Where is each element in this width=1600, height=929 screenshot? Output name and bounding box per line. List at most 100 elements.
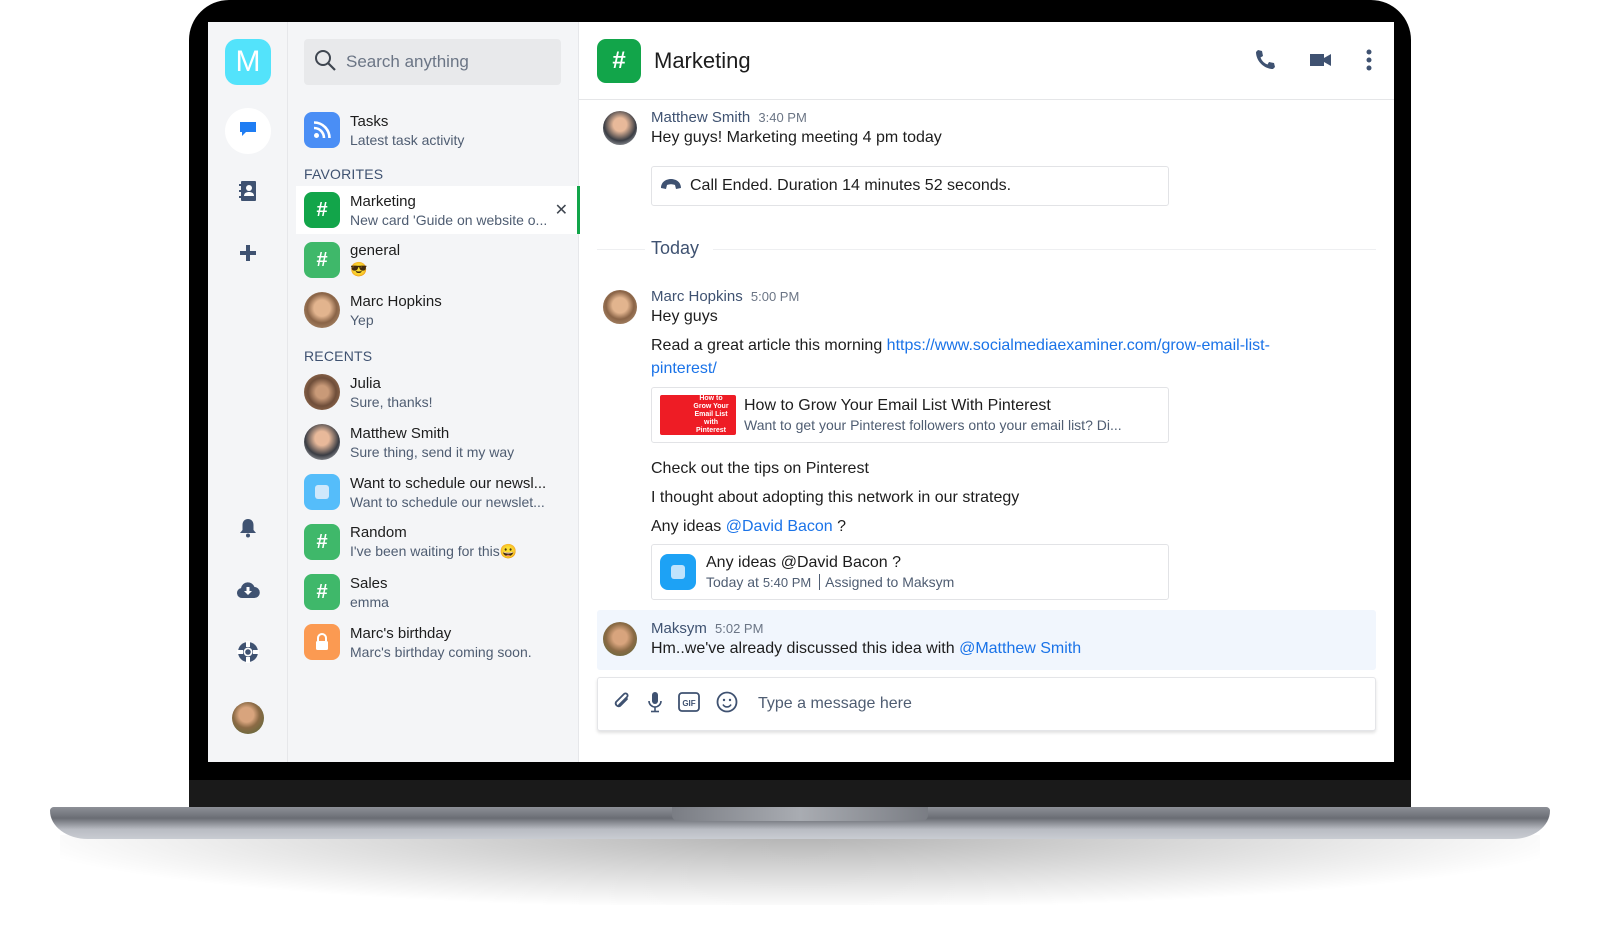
channel-title: Marketing — [654, 47, 751, 73]
avatar — [603, 290, 637, 324]
more-options-button[interactable] — [1366, 49, 1372, 76]
list-item-marc-hopkins[interactable]: Marc Hopkins Yep — [296, 286, 578, 334]
item-title: Marc's birthday — [350, 624, 452, 642]
rail-contacts-button[interactable] — [225, 170, 271, 216]
call-ended-card: Call Ended. Duration 14 minutes 52 secon… — [651, 166, 1169, 206]
search-box[interactable] — [304, 39, 561, 85]
list-item-sales[interactable]: # Sales emma — [296, 568, 578, 616]
hash-icon: # — [304, 524, 340, 560]
article-link-continued[interactable]: pinterest/ — [651, 360, 717, 378]
chat-header: # Marketing — [579, 22, 1394, 100]
item-subtitle: New card 'Guide on website o... — [350, 211, 548, 228]
close-icon[interactable]: ✕ — [555, 200, 568, 220]
message-highlighted: Maksym 5:02 PM Hm..we've already discuss… — [597, 610, 1376, 670]
item-title: general — [350, 242, 401, 259]
date-divider-label: Today — [645, 238, 714, 259]
task-time: 5:40 PM — [762, 575, 812, 590]
link-preview-title: How to Grow Your Email List With Pintere… — [744, 397, 1051, 414]
recents-heading: RECENTS — [304, 348, 373, 364]
message-text-prefix: Read a great article this morning — [651, 337, 887, 354]
search-icon — [314, 49, 336, 76]
rail-help-button[interactable] — [225, 631, 271, 677]
rail-chats-button[interactable] — [225, 108, 271, 154]
link-preview-card[interactable]: How to Grow Your Email List with Pintere… — [651, 387, 1169, 443]
task-date-prefix: Today at — [706, 574, 763, 590]
video-call-button[interactable] — [1310, 52, 1332, 73]
item-subtitle: Sure, thanks! — [350, 393, 433, 410]
item-title: Sales — [350, 574, 388, 592]
date-divider: Today — [597, 238, 1376, 259]
user-avatar[interactable] — [232, 702, 264, 734]
item-title: Julia — [350, 374, 381, 392]
app-screen: M Search anything Tasks Latest task acti… — [208, 22, 1394, 762]
nav-rail: M — [208, 22, 288, 762]
contacts-book-icon — [238, 180, 258, 207]
bell-icon — [239, 518, 257, 543]
message-author[interactable]: Matthew Smith — [651, 109, 750, 126]
link-preview-thumbnail: How to Grow Your Email List with Pintere… — [660, 395, 736, 435]
item-subtitle: Yep — [350, 311, 374, 328]
app-logo[interactable]: M — [225, 39, 271, 85]
list-item-newsletter-task[interactable]: Want to schedule our newsl... Want to sc… — [296, 468, 578, 516]
item-title: Matthew Smith — [350, 424, 450, 442]
channel-hash-icon: # — [597, 38, 641, 83]
hash-icon: # — [304, 242, 340, 278]
task-icon — [660, 554, 696, 590]
mention-link[interactable]: @Matthew Smith — [959, 640, 1081, 657]
phone-call-button[interactable] — [1254, 49, 1276, 76]
hash-icon: # — [304, 574, 340, 610]
message-composer: GIF — [597, 677, 1376, 731]
task-title: Any ideas @David Bacon ? — [706, 554, 902, 571]
microphone-icon[interactable] — [648, 691, 662, 718]
item-subtitle: Sure thing, send it my way — [350, 443, 515, 460]
item-title: Tasks — [350, 112, 389, 130]
list-item-random[interactable]: # Random I've been waiting for this😀 — [296, 518, 578, 566]
item-subtitle: Want to schedule our newslet... — [350, 493, 545, 510]
lifebuoy-icon — [237, 640, 259, 668]
item-subtitle: Marc's birthday coming soon. — [350, 643, 532, 660]
hang-up-icon — [660, 177, 682, 195]
item-title: Want to schedule our newsl... — [350, 474, 547, 492]
list-item-matthew-smith[interactable]: Matthew Smith Sure thing, send it my way — [296, 418, 578, 466]
list-item-marcs-birthday[interactable]: Marc's birthday Marc's birthday coming s… — [296, 618, 578, 666]
message-text: Check out the tips on Pinterest — [651, 460, 869, 477]
message-time: 5:02 PM — [715, 621, 764, 636]
avatar — [603, 111, 637, 145]
emoji-icon[interactable] — [716, 691, 738, 718]
rail-notifications-button[interactable] — [225, 507, 271, 553]
message-time: 3:40 PM — [758, 110, 807, 125]
message-text-suffix: ? — [832, 518, 847, 535]
message: Marc Hopkins 5:00 PM Hey guys Read a gre… — [597, 288, 1376, 608]
task-card[interactable]: Any ideas @David Bacon ? Today at 5:40 P… — [651, 544, 1169, 600]
list-item-julia[interactable]: Julia Sure, thanks! — [296, 368, 578, 416]
gif-icon[interactable]: GIF — [678, 691, 700, 717]
article-link[interactable]: https://www.socialmediaexaminer.com/grow… — [887, 337, 1270, 354]
message-text: I thought about adopting this network in… — [651, 489, 1020, 506]
search-input[interactable] — [346, 52, 546, 72]
avatar — [304, 292, 340, 328]
message-author[interactable]: Maksym — [651, 620, 707, 637]
item-subtitle: emma — [350, 593, 389, 610]
rail-download-button[interactable] — [225, 569, 271, 615]
chat-bubble-icon — [238, 119, 258, 144]
list-item-marketing[interactable]: # Marketing New card 'Guide on website o… — [296, 186, 580, 234]
avatar — [304, 374, 340, 410]
rail-add-button[interactable] — [225, 232, 271, 278]
list-item-tasks[interactable]: Tasks Latest task activity — [296, 106, 578, 154]
message-text: Hey guys! Marketing meeting 4 pm today — [651, 129, 942, 146]
task-icon — [304, 474, 340, 510]
list-item-general[interactable]: # general 😎 — [296, 236, 578, 284]
message-author[interactable]: Marc Hopkins — [651, 288, 743, 305]
avatar — [603, 622, 637, 656]
attach-icon[interactable] — [612, 691, 632, 718]
mention-link[interactable]: @David Bacon — [726, 518, 833, 535]
message-time: 5:00 PM — [750, 289, 800, 304]
laptop-notch — [672, 807, 928, 821]
conversation-list: Tasks Latest task activity FAVORITES # M… — [288, 22, 580, 762]
laptop-chin — [189, 780, 1411, 808]
item-subtitle: 😎 — [350, 261, 368, 277]
thumbnail-text: How to Grow Your Email List with Pintere… — [693, 395, 729, 434]
avatar — [304, 424, 340, 460]
message-input[interactable] — [758, 695, 1258, 713]
hash-icon: # — [304, 192, 340, 228]
